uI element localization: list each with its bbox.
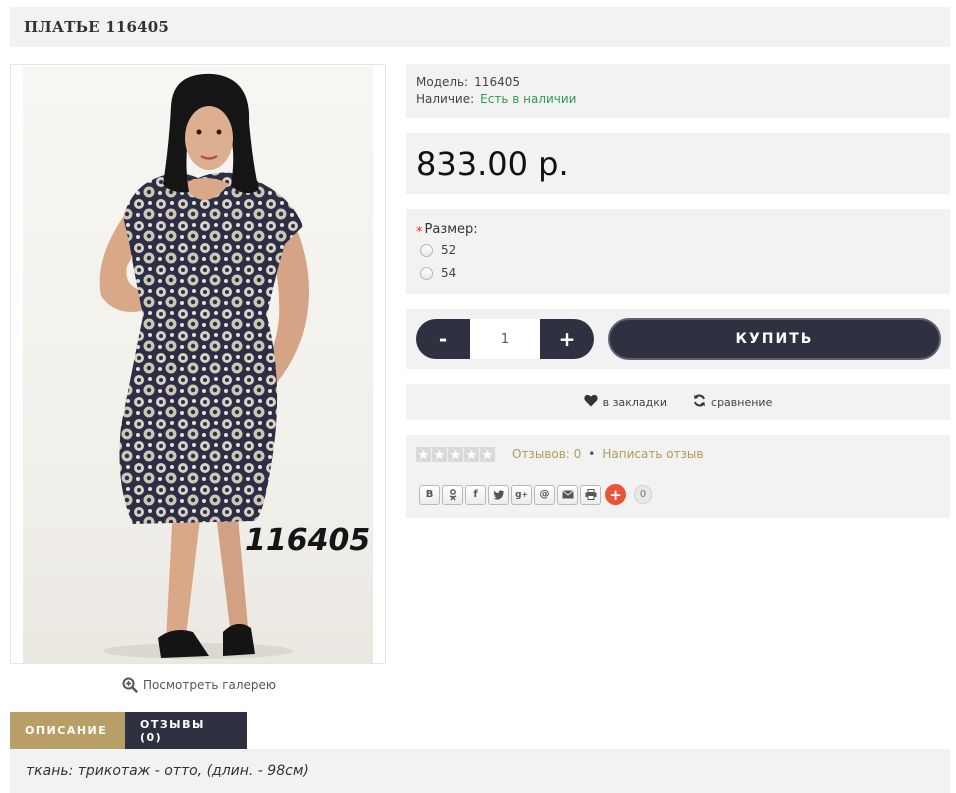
add-to-wishlist-link[interactable]: в закладки [583, 394, 668, 410]
model-row: Модель: 116405 [416, 75, 520, 89]
star-icon [480, 447, 495, 462]
tab-reviews[interactable]: ОТЗЫВЫ (0) [125, 712, 247, 749]
star-icon [448, 447, 463, 462]
star-icon [464, 447, 479, 462]
size-option-label: * Размер: [416, 222, 478, 240]
size-radio-54[interactable] [420, 266, 433, 280]
required-mark: * [416, 225, 423, 240]
availability-row: Наличие: Есть в наличии [416, 92, 576, 106]
model-info-panel: Модель: 116405 Наличие: Есть в наличии [406, 64, 950, 118]
view-gallery-link[interactable]: Посмотреть галерею [122, 676, 276, 694]
wishlist-label: в закладки [602, 395, 668, 409]
refresh-icon [693, 394, 706, 410]
rating-stars [416, 447, 495, 462]
size-option-52[interactable]: 52 [420, 243, 456, 257]
availability-status: Есть в наличии [480, 92, 577, 106]
size-value-52: 52 [441, 243, 457, 257]
compare-label: сравнение [711, 395, 773, 409]
size-option-54[interactable]: 54 [420, 266, 456, 280]
tab-description[interactable]: ОПИСАНИЕ [10, 712, 125, 749]
model-label: Модель: [416, 75, 469, 89]
quantity-stepper: - 1 + [416, 319, 594, 359]
product-description: ткань: трикотаж - отто, (длин. - 98см) [26, 763, 309, 779]
product-tabs: ОПИСАНИЕ ОТЗЫВЫ (0) [10, 712, 247, 749]
product-photo[interactable]: 116405 [23, 66, 373, 663]
share-more-button[interactable]: + [605, 484, 626, 505]
print-icon[interactable] [580, 484, 601, 505]
title-bar: ПЛАТЬЕ 116405 [10, 7, 950, 47]
zoom-in-icon [122, 677, 138, 693]
quantity-decrease-button[interactable]: - [416, 319, 470, 359]
model-value: 116405 [474, 75, 520, 89]
wishlist-compare-panel: в закладки сравнение [406, 384, 950, 420]
share-count: 0 [634, 485, 652, 504]
vk-icon[interactable]: B [419, 484, 440, 505]
heart-icon [583, 394, 598, 410]
add-to-compare-link[interactable]: сравнение [693, 394, 772, 410]
buy-panel: - 1 + КУПИТЬ [406, 309, 950, 369]
size-options-panel: * Размер: 52 54 [406, 209, 950, 294]
email-icon[interactable] [557, 484, 578, 505]
star-icon [432, 447, 447, 462]
product-price: 833.00 р. [416, 145, 569, 183]
quantity-input[interactable]: 1 [470, 319, 540, 359]
product-image-frame[interactable]: 116405 [10, 64, 386, 664]
view-gallery-label: Посмотреть галерею [143, 678, 277, 692]
share-buttons: B f g + @ + 0 [419, 484, 652, 505]
size-value-54: 54 [441, 266, 457, 280]
review-links: Отзывов: 0 • Написать отзыв [512, 447, 703, 461]
description-panel: ткань: трикотаж - отто, (длин. - 98см) [10, 749, 950, 793]
separator: • [588, 447, 596, 461]
star-icon [416, 447, 431, 462]
mail-at-icon[interactable]: @ [534, 484, 555, 505]
facebook-icon[interactable]: f [465, 484, 486, 505]
google-plus-icon[interactable]: g + [511, 484, 532, 505]
reviews-count-link[interactable]: Отзывов: 0 [512, 447, 581, 461]
size-label-text: Размер: [424, 222, 478, 237]
odnoklassniki-icon[interactable] [442, 484, 463, 505]
price-panel: 833.00 р. [406, 133, 950, 194]
page-title: ПЛАТЬЕ 116405 [24, 18, 170, 36]
product-photo-illustration: 116405 [99, 73, 370, 659]
size-radio-52[interactable] [420, 243, 433, 257]
write-review-link[interactable]: Написать отзыв [602, 447, 703, 461]
availability-label: Наличие: [416, 92, 475, 106]
twitter-icon[interactable] [488, 484, 509, 505]
quantity-increase-button[interactable]: + [540, 319, 594, 359]
reviews-share-panel: Отзывов: 0 • Написать отзыв B f g + @ + 0 [406, 435, 950, 518]
buy-button[interactable]: КУПИТЬ [608, 318, 941, 360]
photo-caption: 116405 [245, 523, 370, 558]
